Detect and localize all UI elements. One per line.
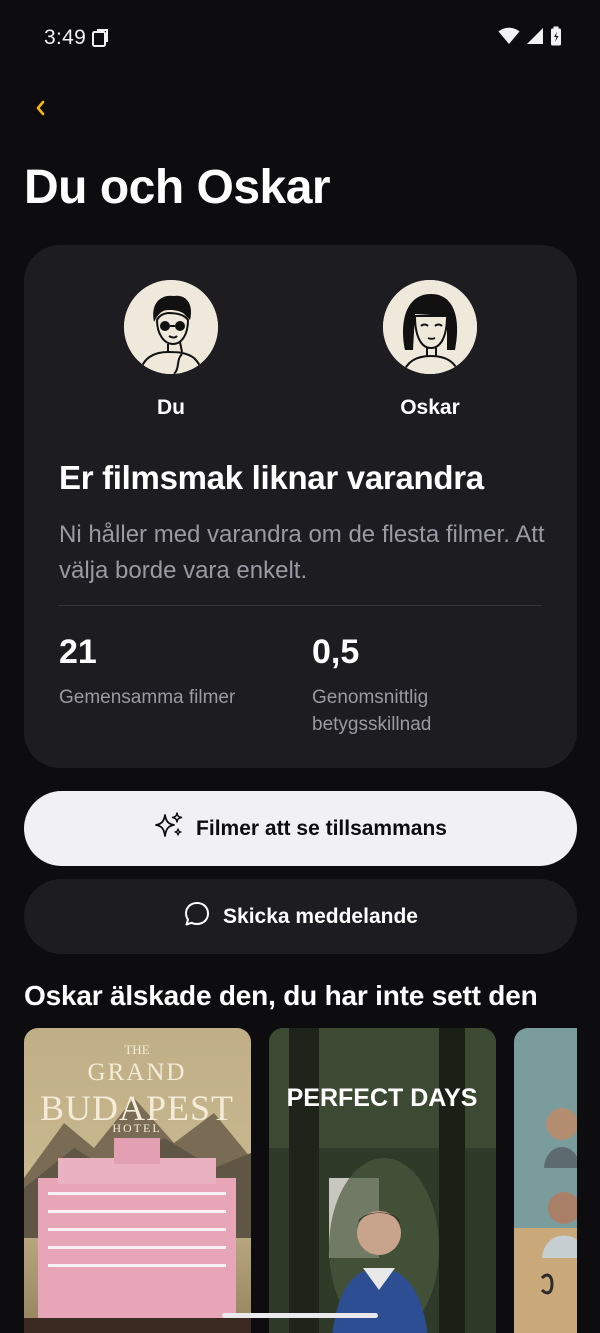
match-heading: Er filmsmak liknar varandra <box>59 459 484 496</box>
films-to-watch-together-button[interactable]: Filmer att se tillsammans <box>24 791 577 866</box>
poster-grand-budapest-hotel[interactable]: THE GRAND BUDAPEST HOTEL <box>24 1028 251 1333</box>
button-label: Skicka meddelande <box>223 904 418 928</box>
match-description: Ni håller med varandra om de flesta film… <box>59 521 545 584</box>
poster-perfect-days[interactable]: PERFECT DAYS <box>269 1028 496 1333</box>
send-message-button[interactable]: Skicka meddelande <box>24 879 577 954</box>
cellular-icon <box>526 27 544 50</box>
status-time: 3:49 <box>44 26 87 49</box>
avatar <box>124 280 218 374</box>
person-name-you: Du <box>157 396 185 419</box>
notification-icon <box>91 28 109 53</box>
sparkles-icon <box>154 811 184 847</box>
avatar <box>383 280 477 374</box>
status-icons <box>498 26 562 51</box>
poster-carousel[interactable]: THE GRAND BUDAPEST HOTEL PERFECT DAYS <box>24 1028 577 1333</box>
poster-title-line: PERFECT DAYS <box>287 1084 478 1112</box>
status-bar: 3:49 <box>0 0 600 76</box>
stat-value: 21 <box>59 633 97 671</box>
stat-value: 0,5 <box>312 633 360 671</box>
poster-title-line: THE <box>124 1042 149 1057</box>
stat-label: Gemensamma filmer <box>59 687 236 708</box>
stat-label: Genomsnittlig betygsskillnad <box>312 687 432 735</box>
button-label: Filmer att se tillsammans <box>196 816 447 840</box>
home-indicator[interactable] <box>222 1313 378 1318</box>
back-button[interactable] <box>24 92 56 128</box>
stat-common-films: 21 Gemensamma filmer <box>59 633 259 711</box>
divider <box>59 605 541 606</box>
chat-bubble-icon <box>183 900 211 934</box>
person-name-oskar: Oskar <box>400 396 460 419</box>
profile-you[interactable]: Du <box>124 280 218 420</box>
profile-oskar[interactable]: Oskar <box>383 280 477 420</box>
poster-title-line: HOTEL <box>112 1121 161 1135</box>
wifi-icon <box>498 27 520 50</box>
stat-avg-rating-difference: 0,5 Genomsnittlig betygsskillnad <box>312 633 512 738</box>
poster-title-line: GRAND <box>88 1059 187 1086</box>
taste-match-card: Du Oskar Er filmsmak liknar varandra Ni … <box>24 245 577 768</box>
chevron-left-icon <box>34 99 46 122</box>
battery-icon <box>550 26 562 51</box>
page-title: Du och Oskar <box>24 161 331 214</box>
poster-partial[interactable] <box>514 1028 577 1333</box>
section-title: Oskar älskade den, du har inte sett den <box>24 980 538 1011</box>
